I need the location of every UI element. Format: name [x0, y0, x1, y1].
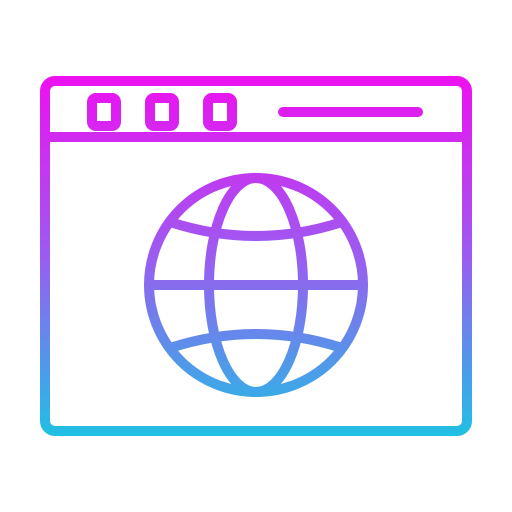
- window-control-dot-1: [87, 93, 121, 131]
- web-browser-globe-icon: [40, 76, 472, 436]
- window-control-dot-3: [203, 93, 237, 131]
- window-control-dot-2: [145, 93, 179, 131]
- globe-icon: [144, 173, 368, 397]
- globe-upper-latitude: [165, 217, 347, 241]
- browser-globe-illustration: [0, 0, 512, 512]
- globe-lower-latitude: [165, 329, 347, 353]
